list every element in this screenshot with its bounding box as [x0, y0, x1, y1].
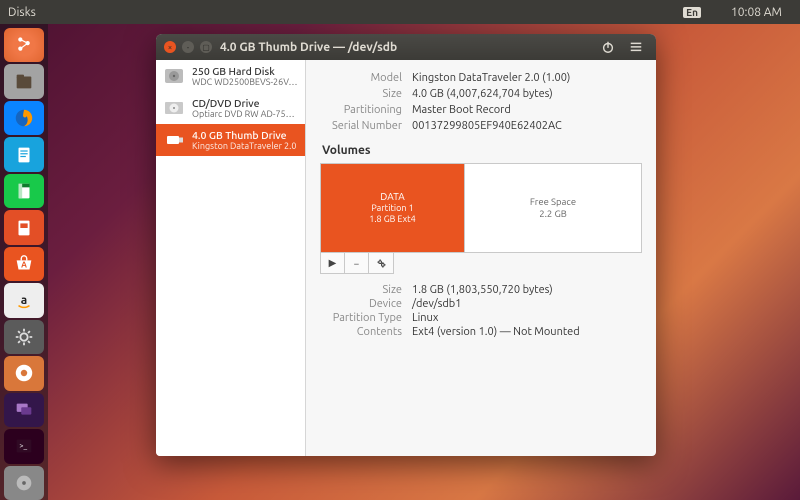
free-space-block[interactable]: Free Space 2.2 GB: [465, 164, 641, 252]
window-title: 4.0 GB Thumb Drive — /dev/sdb: [220, 41, 397, 54]
launcher-writer[interactable]: [4, 137, 44, 171]
launcher-terminal[interactable]: >_: [4, 429, 44, 463]
top-menubar: Disks En 10:08 AM: [0, 0, 800, 24]
volumes-diagram: DATA Partition 1 1.8 GB Ext4 Free Space …: [320, 163, 642, 253]
drive-partitioning: Master Boot Record: [412, 104, 642, 116]
launcher-settings[interactable]: [4, 320, 44, 354]
svg-text:A: A: [21, 260, 27, 270]
language-indicator[interactable]: En: [683, 7, 701, 18]
launcher-files[interactable]: [4, 64, 44, 98]
launcher-calc[interactable]: [4, 174, 44, 208]
partition-block[interactable]: DATA Partition 1 1.8 GB Ext4: [321, 164, 465, 252]
devices-sidebar: 250 GB Hard DiskWDC WD2500BEVS-26VAT0 CD…: [156, 60, 306, 456]
volumes-heading: Volumes: [322, 144, 642, 157]
window-minimize-button[interactable]: ‑: [182, 41, 194, 53]
clock[interactable]: 10:08 AM: [731, 6, 782, 19]
drive-menu-button[interactable]: [624, 36, 648, 58]
usb-drive-icon: [162, 128, 186, 152]
window-maximize-button[interactable]: ▢: [200, 41, 212, 53]
partition-device: /dev/sdb1: [412, 298, 642, 310]
volume-options-button[interactable]: [369, 253, 393, 273]
launcher-amazon[interactable]: a: [4, 283, 44, 317]
system-tray: En 10:08 AM: [653, 6, 792, 19]
optical-icon: [162, 96, 186, 120]
partition-size: 1.8 GB (1,803,550,720 bytes): [412, 284, 642, 296]
launcher-software[interactable]: A: [4, 247, 44, 281]
partition-type: Linux: [412, 312, 642, 324]
launcher-dash[interactable]: [4, 28, 44, 62]
drive-details-pane: ModelKingston DataTraveler 2.0 (1.00) Si…: [306, 60, 656, 456]
disks-window: × ‑ ▢ 4.0 GB Thumb Drive — /dev/sdb 250 …: [156, 34, 656, 456]
svg-text:>_: >_: [19, 442, 27, 450]
launcher-displays[interactable]: [4, 393, 44, 427]
launcher-impress[interactable]: [4, 210, 44, 244]
launcher-firefox[interactable]: [4, 101, 44, 135]
drive-model: Kingston DataTraveler 2.0 (1.00): [412, 72, 642, 84]
device-item-usb[interactable]: 4.0 GB Thumb DriveKingston DataTraveler …: [156, 124, 305, 156]
mount-button[interactable]: ▶: [321, 253, 345, 273]
device-item-optical[interactable]: CD/DVD DriveOptiarc DVD RW AD-7590S: [156, 92, 305, 124]
partition-contents: Ext4 (version 1.0) — Not Mounted: [412, 326, 642, 338]
launcher-help[interactable]: [4, 356, 44, 390]
svg-text:a: a: [21, 293, 27, 306]
drive-power-button[interactable]: [596, 36, 620, 58]
launcher-disks[interactable]: [4, 466, 44, 500]
window-close-button[interactable]: ×: [164, 41, 176, 53]
drive-size: 4.0 GB (4,007,624,704 bytes): [412, 88, 642, 100]
device-item-hdd[interactable]: 250 GB Hard DiskWDC WD2500BEVS-26VAT0: [156, 60, 305, 92]
unity-launcher: A a >_: [0, 24, 48, 500]
menubar-app-name: Disks: [8, 6, 36, 19]
hdd-icon: [162, 64, 186, 88]
delete-partition-button[interactable]: −: [345, 253, 369, 273]
volume-toolbar: ▶ −: [320, 253, 394, 274]
drive-serial: 00137299805EF940E62402AC: [412, 120, 642, 132]
window-titlebar[interactable]: × ‑ ▢ 4.0 GB Thumb Drive — /dev/sdb: [156, 34, 656, 60]
